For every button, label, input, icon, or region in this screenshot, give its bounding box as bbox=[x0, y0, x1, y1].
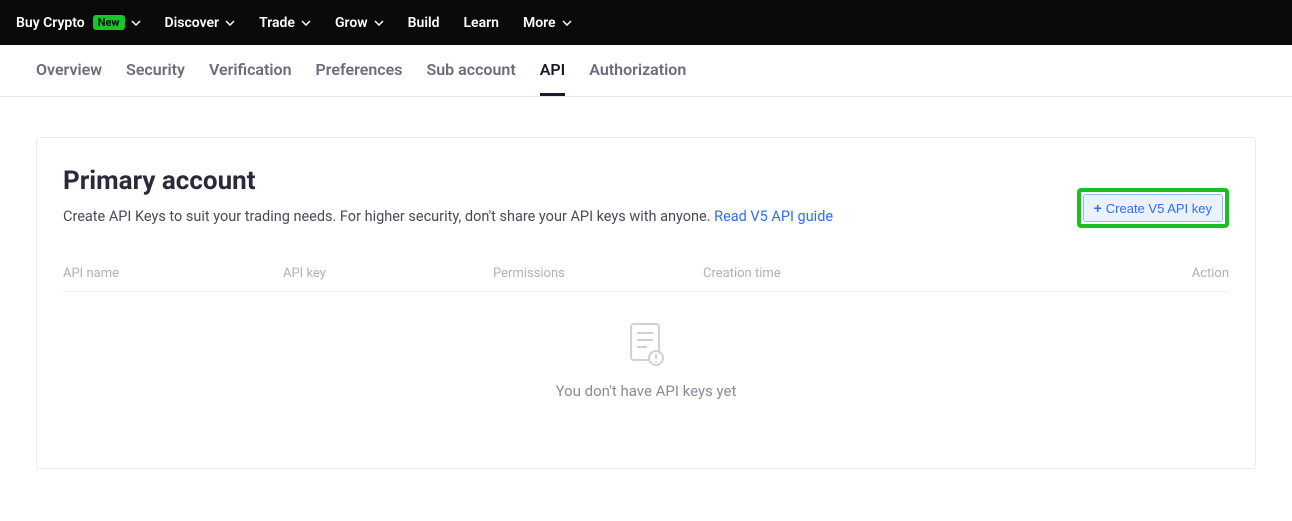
nav-label: Build bbox=[408, 15, 440, 31]
top-navigation: Buy Crypto New Discover Trade Grow Build… bbox=[0, 0, 1292, 45]
create-api-key-button[interactable]: + Create V5 API key bbox=[1083, 194, 1223, 222]
nav-label: Trade bbox=[259, 15, 295, 31]
nav-grow[interactable]: Grow bbox=[335, 15, 384, 31]
page-description: Create API Keys to suit your trading nee… bbox=[63, 206, 833, 228]
nav-label: Learn bbox=[463, 15, 498, 31]
nav-more[interactable]: More bbox=[523, 15, 572, 31]
create-button-highlight: + Create V5 API key bbox=[1077, 188, 1229, 228]
tab-verification[interactable]: Verification bbox=[209, 46, 292, 96]
col-header-key: API key bbox=[283, 266, 493, 281]
tab-security[interactable]: Security bbox=[126, 46, 185, 96]
nav-label: Discover bbox=[165, 15, 220, 31]
api-keys-table: API name API key Permissions Creation ti… bbox=[63, 256, 1229, 408]
page-title: Primary account bbox=[63, 166, 833, 196]
api-card: Primary account Create API Keys to suit … bbox=[36, 137, 1256, 469]
chevron-down-icon bbox=[225, 18, 235, 28]
tab-overview[interactable]: Overview bbox=[36, 46, 102, 96]
chevron-down-icon bbox=[131, 18, 141, 28]
nav-label: Grow bbox=[335, 15, 368, 31]
tab-authorization[interactable]: Authorization bbox=[589, 46, 686, 96]
col-header-creation-time: Creation time bbox=[703, 266, 1149, 281]
empty-state: You don't have API keys yet bbox=[63, 292, 1229, 408]
empty-document-icon bbox=[626, 322, 666, 368]
chevron-down-icon bbox=[374, 18, 384, 28]
tab-sub-account[interactable]: Sub account bbox=[426, 46, 515, 96]
empty-message: You don't have API keys yet bbox=[556, 382, 737, 400]
plus-icon: + bbox=[1094, 200, 1102, 216]
nav-trade[interactable]: Trade bbox=[259, 15, 311, 31]
nav-buy-crypto[interactable]: Buy Crypto New bbox=[16, 15, 141, 31]
nav-build[interactable]: Build bbox=[408, 15, 440, 31]
nav-learn[interactable]: Learn bbox=[463, 15, 498, 31]
tab-preferences[interactable]: Preferences bbox=[316, 46, 403, 96]
new-badge: New bbox=[93, 15, 125, 30]
chevron-down-icon bbox=[562, 18, 572, 28]
description-text: Create API Keys to suit your trading nee… bbox=[63, 208, 714, 225]
nav-label: Buy Crypto bbox=[16, 15, 85, 31]
col-header-permissions: Permissions bbox=[493, 266, 703, 281]
main-content: Primary account Create API Keys to suit … bbox=[0, 97, 1292, 509]
account-tabs: Overview Security Verification Preferenc… bbox=[0, 45, 1292, 97]
create-button-label: Create V5 API key bbox=[1106, 201, 1212, 216]
nav-label: More bbox=[523, 15, 556, 31]
table-header-row: API name API key Permissions Creation ti… bbox=[63, 256, 1229, 292]
api-guide-link[interactable]: Read V5 API guide bbox=[714, 208, 833, 225]
chevron-down-icon bbox=[301, 18, 311, 28]
nav-discover[interactable]: Discover bbox=[165, 15, 236, 31]
tab-api[interactable]: API bbox=[540, 46, 566, 96]
col-header-name: API name bbox=[63, 266, 283, 281]
col-header-action: Action bbox=[1149, 266, 1229, 281]
